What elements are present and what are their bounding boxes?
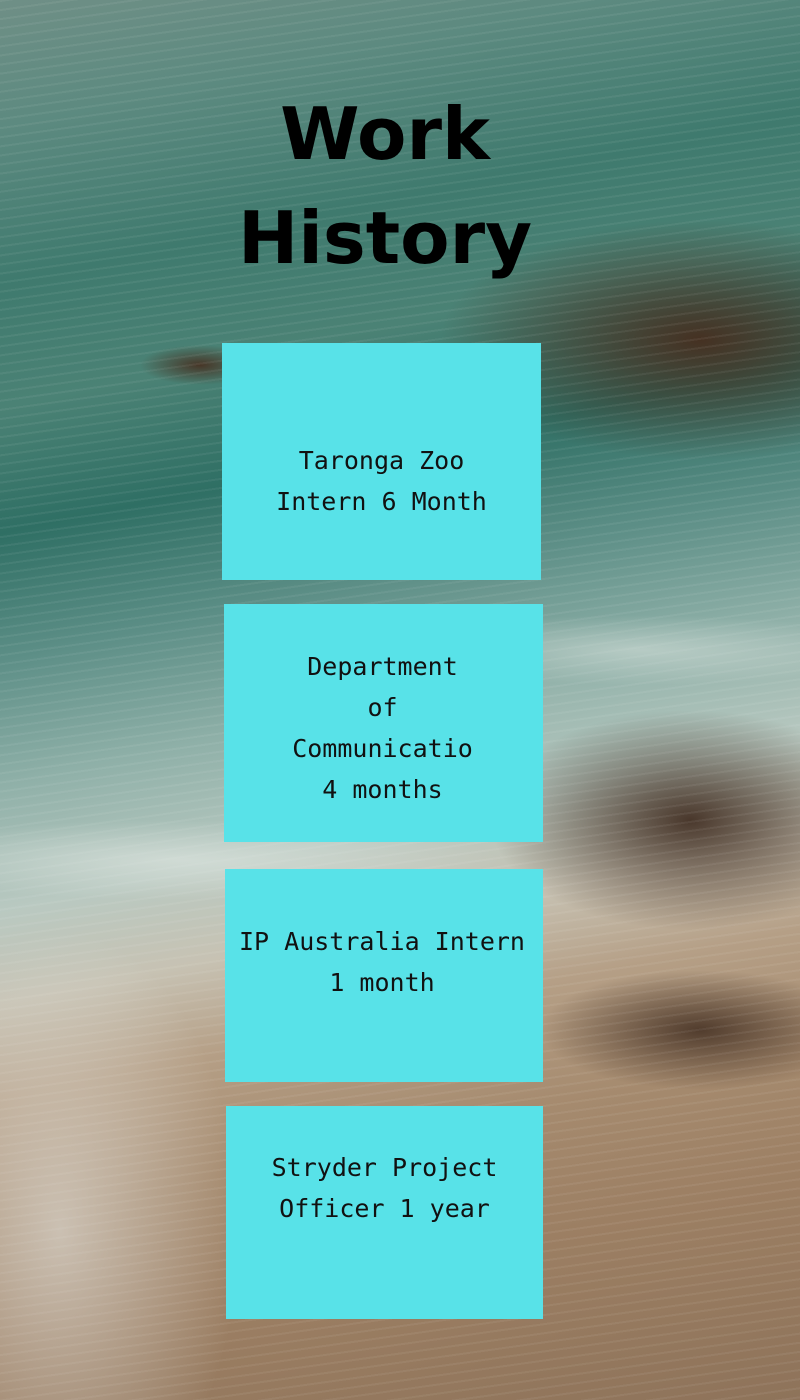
work-entry-card-ip-australia: IP Australia Intern 1 month xyxy=(225,869,543,1082)
work-entry-card-stryder: Stryder Project Officer 1 year xyxy=(226,1106,543,1319)
title-line-work: Work xyxy=(280,92,490,176)
work-entry-card-taronga-zoo: Taronga Zoo Intern 6 Month xyxy=(222,343,541,580)
work-entry-card-department-of-communication: Department of Communicatio 4 months xyxy=(224,604,543,842)
work-entry-text: Department of Communicatio 4 months xyxy=(292,652,473,804)
work-entry-text: IP Australia Intern 1 month xyxy=(239,927,525,997)
work-entry-text: Taronga Zoo Intern 6 Month xyxy=(276,446,487,516)
work-entry-text: Stryder Project Officer 1 year xyxy=(271,1153,498,1223)
page-title: Work History xyxy=(0,82,770,290)
title-line-history: History xyxy=(237,196,533,280)
